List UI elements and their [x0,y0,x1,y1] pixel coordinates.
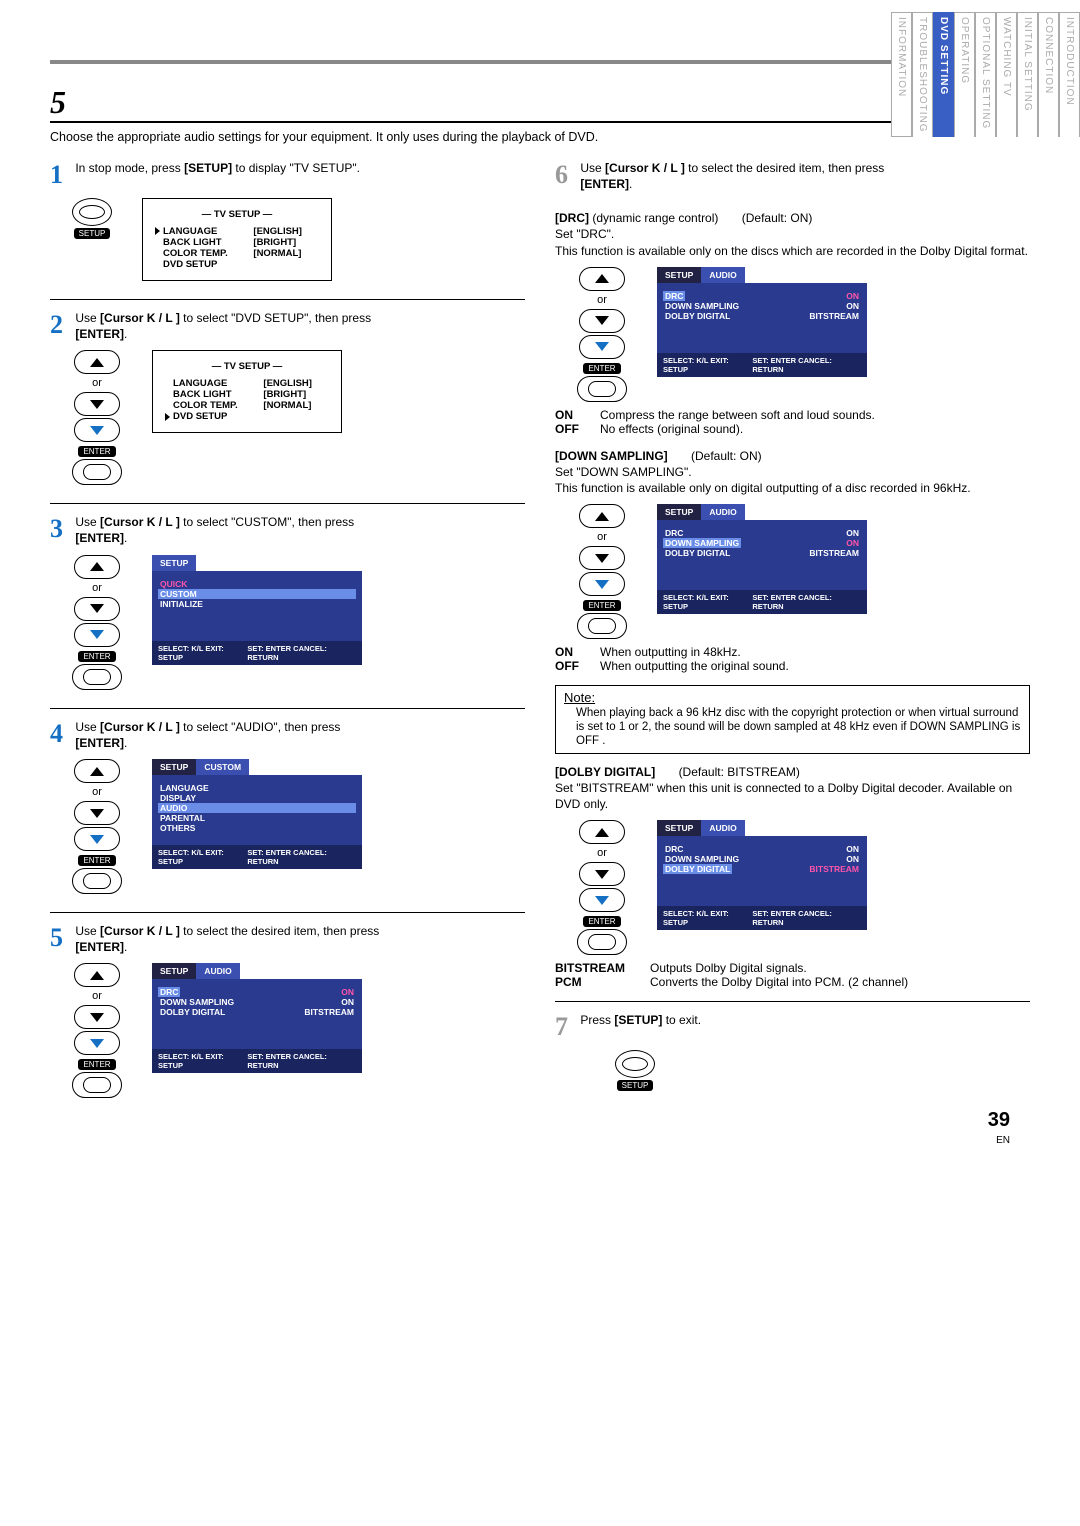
up-arrow-icon[interactable] [74,350,120,374]
remote-cursor-enter[interactable]: or ENTER [577,504,627,639]
osd-setup-audio-drc: SETUPAUDIO DRCON DOWN SAMPLINGON DOLBY D… [152,963,362,1073]
osd-audio-downsampling: SETUPAUDIO DRCON DOWN SAMPLINGON DOLBY D… [657,504,867,614]
remote-cursor-enter[interactable]: or ENTER [72,555,122,690]
step-text: Use [Cursor K / L ] to select the desire… [580,160,1025,192]
osd-setup-main: SETUP QUICK CUSTOM INITIALIZE SELECT: K/… [152,555,362,665]
setup-label: SETUP [617,1080,654,1091]
up-arrow-icon[interactable] [579,504,625,528]
left-column: 1 In stop mode, press [SETUP] to display… [50,160,525,1117]
side-tab[interactable]: CONNECTION [1038,12,1059,137]
step-text: Use [Cursor K / L ] to select "AUDIO", t… [75,719,520,751]
remote-cursor-enter[interactable]: or ENTER [72,759,122,894]
page-number: 39 [988,1109,1010,1132]
side-tab-active[interactable]: DVD SETTING [933,12,954,137]
down-arrow-icon[interactable] [579,546,625,570]
setup-icon [72,198,112,226]
step-5: 5 Use [Cursor K / L ] to select the desi… [50,923,525,1098]
step-4: 4 Use [Cursor K / L ] to select "AUDIO",… [50,719,525,894]
step-text: Press [SETUP] to exit. [580,1012,1025,1028]
side-tab[interactable]: TROUBLESHOOTING [912,12,933,137]
step-number: 6 [555,160,577,190]
side-tab[interactable]: INTRODUCTION [1059,12,1080,137]
setup-label: SETUP [74,228,111,239]
note-box: Note: When playing back a 96 kHz disc wi… [555,685,1030,753]
down-arrow-blue-icon[interactable] [74,827,120,851]
down-arrow-blue-icon[interactable] [579,572,625,596]
step-2: 2 Use [Cursor K / L ] to select "DVD SET… [50,310,525,485]
down-arrow-icon[interactable] [74,597,120,621]
remote-cursor-enter[interactable]: or ENTER [72,963,122,1098]
chapter-number: 5 [50,84,66,120]
remote-cursor-enter[interactable]: or ENTER [72,350,122,485]
up-arrow-icon[interactable] [74,963,120,987]
down-arrow-icon[interactable] [579,309,625,333]
down-arrow-blue-icon[interactable] [74,623,120,647]
osd-tv-setup-1: — TV SETUP — LANGUAGE[ENGLISH] BACK LIGH… [142,198,332,281]
down-sampling-section: [DOWN SAMPLING] (Default: ON) Set "DOWN … [555,448,1030,674]
down-arrow-icon[interactable] [74,392,120,416]
remote-cursor-enter[interactable]: or ENTER [577,267,627,402]
intro-text: Choose the appropriate audio settings fo… [50,129,1030,146]
step-3: 3 Use [Cursor K / L ] to select "CUSTOM"… [50,514,525,689]
enter-button-icon[interactable] [72,868,122,894]
step-text: In stop mode, press [SETUP] to display "… [75,160,520,176]
down-arrow-blue-icon[interactable] [74,418,120,442]
step-number: 3 [50,514,72,544]
up-arrow-icon[interactable] [579,267,625,291]
side-tab[interactable]: OPERATING [954,12,975,137]
down-arrow-blue-icon[interactable] [579,335,625,359]
down-arrow-icon[interactable] [74,1005,120,1029]
chapter-heading: 5 [50,84,1030,123]
step-number: 2 [50,310,72,340]
step-text: Use [Cursor K / L ] to select "DVD SETUP… [75,310,520,342]
page-lang-code: EN [996,1135,1010,1146]
osd-setup-custom: SETUPCUSTOM LANGUAGE DISPLAY AUDIO PAREN… [152,759,362,869]
down-arrow-icon[interactable] [579,862,625,886]
side-tab[interactable]: INITIAL SETTING [1017,12,1038,137]
step-text: Use [Cursor K / L ] to select the desire… [75,923,520,955]
or-label: or [92,377,102,389]
step-text: Use [Cursor K / L ] to select "CUSTOM", … [75,514,520,546]
step-number: 5 [50,923,72,953]
remote-cursor-enter[interactable]: or ENTER [577,820,627,955]
enter-button-icon[interactable] [72,459,122,485]
side-tab-nav: INTRODUCTION CONNECTION INITIAL SETTING … [891,12,1080,137]
enter-label: ENTER [78,446,115,457]
osd-audio-dolby: SETUPAUDIO DRCON DOWN SAMPLINGON DOLBY D… [657,820,867,930]
manual-page: 5 Choose the appropriate audio settings … [0,0,1080,1156]
step-number: 1 [50,160,72,190]
osd-audio-drc: SETUPAUDIO DRCON DOWN SAMPLINGON DOLBY D… [657,267,867,377]
side-tab[interactable]: WATCHING TV [996,12,1017,137]
step-7: 7 Press [SETUP] to exit. SETUP [555,1012,1030,1091]
up-arrow-icon[interactable] [579,820,625,844]
down-arrow-blue-icon[interactable] [74,1031,120,1055]
osd-title: — TV SETUP — [155,209,319,220]
enter-button-icon[interactable] [72,664,122,690]
dolby-section: [DOLBY DIGITAL] (Default: BITSTREAM) Set… [555,764,1030,990]
remote-setup-button[interactable]: SETUP [615,1050,655,1091]
enter-button-icon[interactable] [577,376,627,402]
remote-setup-button[interactable]: SETUP [72,198,112,239]
osd-tv-setup-2: — TV SETUP — LANGUAGE[ENGLISH] BACK LIGH… [152,350,342,433]
note-text: When playing back a 96 kHz disc with the… [576,707,1021,748]
side-tab[interactable]: INFORMATION [891,12,912,137]
step-6: 6 Use [Cursor K / L ] to select the desi… [555,160,1030,192]
up-arrow-icon[interactable] [74,555,120,579]
step-1: 1 In stop mode, press [SETUP] to display… [50,160,525,281]
side-tab[interactable]: OPTIONAL SETTING [975,12,996,137]
enter-button-icon[interactable] [577,929,627,955]
enter-button-icon[interactable] [577,613,627,639]
drc-section: [DRC] (dynamic range control) (Default: … [555,210,1030,436]
note-title: Note: [564,690,1021,705]
right-column: 6 Use [Cursor K / L ] to select the desi… [555,160,1030,1117]
down-arrow-icon[interactable] [74,801,120,825]
setup-icon [615,1050,655,1078]
header-rule [50,60,1030,64]
step-number: 4 [50,719,72,749]
enter-button-icon[interactable] [72,1072,122,1098]
up-arrow-icon[interactable] [74,759,120,783]
step-number: 7 [555,1012,577,1042]
down-arrow-blue-icon[interactable] [579,888,625,912]
two-column-layout: 1 In stop mode, press [SETUP] to display… [50,160,1030,1117]
